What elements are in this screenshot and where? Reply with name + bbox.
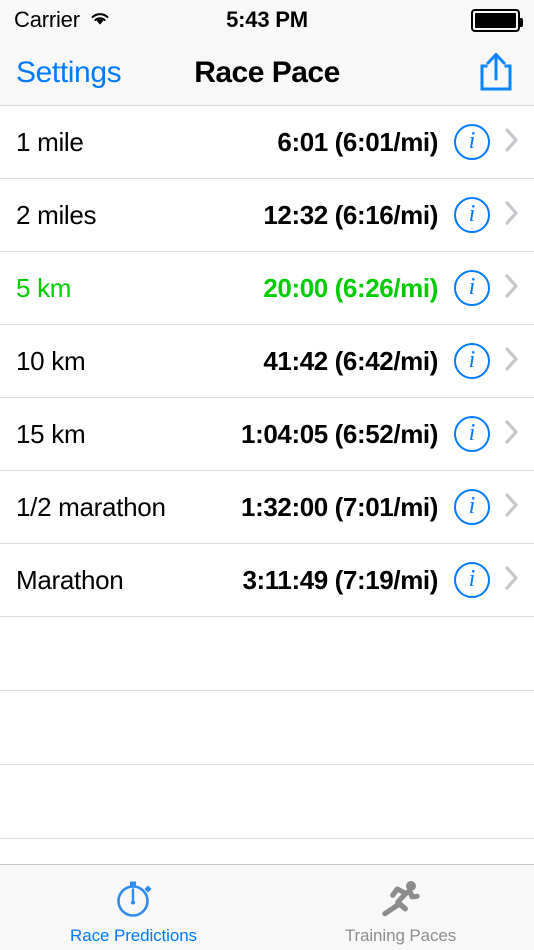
row-time-value: 3:11:49 (7:19/mi): [242, 564, 438, 595]
row-time-value: 12:32 (6:16/mi): [263, 199, 438, 230]
info-icon[interactable]: i: [454, 489, 490, 525]
row-time-value: 1:32:00 (7:01/mi): [241, 491, 438, 522]
carrier-label: Carrier: [14, 7, 80, 32]
table-row[interactable]: 1 mile 6:01 (6:01/mi) i: [0, 106, 534, 179]
tab-race-predictions[interactable]: Race Predictions: [0, 865, 267, 950]
row-distance-label: 1 mile: [16, 126, 84, 157]
table-row-empty: [0, 617, 534, 691]
status-bar-left: Carrier: [14, 7, 112, 33]
info-icon[interactable]: i: [454, 416, 490, 452]
status-bar: Carrier 5:43 PM: [0, 0, 534, 40]
chevron-right-icon: [504, 345, 520, 378]
info-icon-glyph: i: [468, 128, 476, 154]
info-icon[interactable]: i: [454, 343, 490, 379]
chevron-right-icon: [504, 564, 520, 597]
race-predictions-table: 1 mile 6:01 (6:01/mi) i 2 miles 12:32 (6:16/…: [0, 106, 534, 864]
info-icon-glyph: i: [468, 566, 476, 592]
settings-button[interactable]: Settings: [16, 56, 122, 90]
info-icon-glyph: i: [468, 347, 476, 373]
table-row[interactable]: 15 km 1:04:05 (6:52/mi) i: [0, 398, 534, 471]
tab-label-training-paces: Training Paces: [344, 925, 457, 945]
battery-level-fill: [475, 12, 516, 28]
row-time-value: 41:42 (6:42/mi): [263, 345, 438, 376]
table-row[interactable]: 10 km 41:42 (6:42/mi) i: [0, 325, 534, 398]
tab-label-race-predictions: Race Predictions: [70, 925, 197, 945]
table-row-empty: [0, 765, 534, 839]
table-row[interactable]: 2 miles 12:32 (6:16/mi) i: [0, 179, 534, 252]
status-bar-right: [471, 8, 523, 32]
info-icon[interactable]: i: [454, 197, 490, 233]
share-button[interactable]: [474, 47, 518, 99]
wifi-icon: [88, 9, 112, 32]
info-icon[interactable]: i: [454, 270, 490, 306]
chevron-right-icon: [504, 126, 520, 159]
row-distance-label: 10 km: [16, 345, 86, 376]
chevron-right-icon: [504, 199, 520, 232]
info-icon-glyph: i: [468, 201, 476, 227]
info-icon-glyph: i: [468, 274, 476, 300]
table-row[interactable]: 1/2 marathon 1:32:00 (7:01/mi) i: [0, 471, 534, 544]
row-distance-label: 5 km: [16, 272, 72, 303]
row-time-value: 1:04:05 (6:52/mi): [241, 418, 438, 449]
navigation-bar: Settings Race Pace: [0, 40, 534, 106]
row-time-value: 20:00 (6:26/mi): [263, 272, 438, 303]
row-distance-label: 2 miles: [16, 199, 97, 230]
info-icon-glyph: i: [468, 420, 476, 446]
chevron-right-icon: [504, 418, 520, 451]
info-icon[interactable]: i: [454, 124, 490, 160]
tab-training-paces[interactable]: Training Paces: [267, 865, 534, 950]
row-distance-label: 1/2 marathon: [16, 491, 166, 522]
tab-bar: Race Predictions Training Paces: [0, 864, 534, 950]
row-distance-label: Marathon: [16, 564, 124, 595]
chevron-right-icon: [504, 272, 520, 305]
row-time-value: 6:01 (6:01/mi): [277, 126, 438, 157]
stopwatch-icon: [111, 874, 157, 922]
table-row-empty: [0, 691, 534, 765]
row-distance-label: 15 km: [16, 418, 86, 449]
info-icon[interactable]: i: [454, 562, 490, 598]
chevron-right-icon: [504, 491, 520, 524]
app-screen: Carrier 5:43 PM Settings Race Pace 1 mil…: [0, 0, 534, 950]
table-row[interactable]: 5 km 20:00 (6:26/mi) i: [0, 252, 534, 325]
battery-full-icon: [471, 8, 523, 32]
info-icon-glyph: i: [468, 493, 476, 519]
runner-icon: [378, 874, 424, 922]
table-row[interactable]: Marathon 3:11:49 (7:19/mi) i: [0, 544, 534, 617]
share-icon: [478, 49, 514, 96]
